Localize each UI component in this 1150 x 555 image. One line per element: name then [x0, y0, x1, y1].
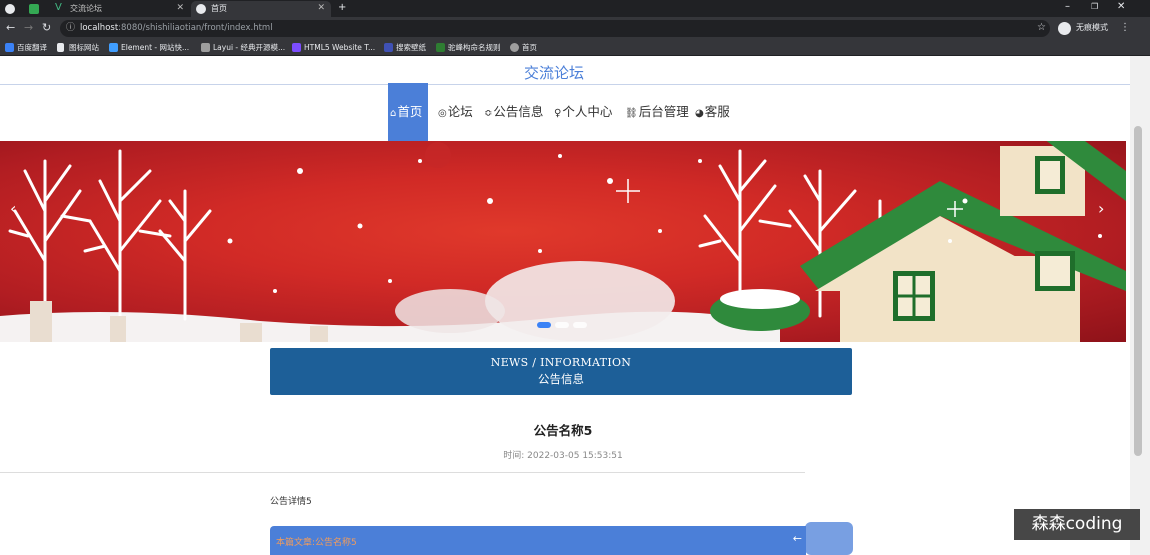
- browser-tab[interactable]: V 交流论坛 ✕: [50, 1, 190, 17]
- section-header: NEWS / INFORMATION 公告信息: [270, 348, 852, 395]
- bookmark-item[interactable]: Element - 网站快...: [108, 40, 189, 55]
- bookmark-label: HTML5 Website T...: [304, 43, 376, 52]
- app-icon: [29, 4, 39, 14]
- scrollbar-thumb[interactable]: [1134, 126, 1142, 456]
- current-article[interactable]: 本篇文章:公告名称5: [276, 535, 357, 548]
- nav-label: 论坛: [447, 104, 473, 119]
- url-path: :8080/shishiliaotian/front/index.html: [118, 23, 273, 33]
- current-article-bar: 本篇文章:公告名称5 ←: [270, 526, 806, 555]
- window-close-button[interactable]: ✕: [1117, 0, 1125, 14]
- current-article-label: 本篇文章:: [276, 538, 316, 548]
- browser-tab-active[interactable]: 首页 ✕: [191, 1, 331, 17]
- menu-icon[interactable]: ⋮: [1120, 20, 1130, 36]
- vue-icon: V: [55, 2, 62, 13]
- service-icon: ◕: [695, 108, 704, 119]
- bookmark-item[interactable]: 驼峰构命名规则: [435, 40, 501, 55]
- section-header-en: NEWS / INFORMATION: [490, 356, 632, 369]
- nav-label: 公告信息: [493, 104, 544, 119]
- back-icon[interactable]: ←: [793, 532, 802, 545]
- winter-scene-illustration: [0, 141, 1126, 342]
- bookmark-label: 百度翻译: [17, 43, 47, 52]
- bookmark-label: 搜索壁纸: [396, 43, 426, 52]
- minimize-button[interactable]: –: [1065, 0, 1070, 14]
- bookmark-label: 首页: [522, 43, 537, 52]
- back-arrow-icon[interactable]: ←: [6, 20, 15, 36]
- bookmark-item[interactable]: Layui - 经典开源模...: [200, 40, 285, 55]
- wallpaper-icon: [384, 43, 393, 52]
- incognito-label: 无痕模式: [1076, 23, 1108, 32]
- new-tab-button[interactable]: +: [338, 1, 346, 15]
- notice-icon: ≎: [484, 108, 493, 119]
- page-viewport: 交流论坛 ⌂首页 ◎论坛 ≎公告信息 ♀个人中心 ⛓后台管理 ◕客服 ‹ › N…: [0, 56, 1130, 555]
- nav-home[interactable]: ⌂首页: [388, 83, 428, 141]
- restore-button[interactable]: ❐: [1091, 0, 1098, 14]
- globe-icon: [5, 4, 15, 14]
- bookmark-item[interactable]: 搜索壁纸: [383, 40, 426, 55]
- info-icon: ⓘ: [66, 23, 76, 33]
- nav-personal-center[interactable]: ♀个人中心: [554, 83, 612, 141]
- close-icon[interactable]: ✕: [176, 1, 184, 16]
- site-title: 交流论坛: [523, 64, 584, 82]
- banner-carousel[interactable]: ‹ ›: [0, 141, 1126, 342]
- bookmark-item[interactable]: 百度翻译: [4, 40, 47, 55]
- naming-icon: [436, 43, 445, 52]
- bookmark-star-icon[interactable]: ☆: [1037, 20, 1046, 36]
- layui-icon: [201, 43, 210, 52]
- bookmark-item[interactable]: HTML5 Website T...: [291, 40, 375, 55]
- current-article-title: 公告名称5: [315, 538, 357, 548]
- floating-block: [805, 522, 853, 555]
- html5-icon: [292, 43, 301, 52]
- browser-tab-bar: V 交流论坛 ✕ 首页 ✕ + – ❐ ✕: [0, 0, 1150, 17]
- home-icon: ⌂: [390, 108, 397, 119]
- flag-icon: [57, 43, 64, 52]
- close-icon[interactable]: ✕: [317, 1, 325, 16]
- time-value: 2022-03-05 15:53:51: [527, 451, 623, 461]
- video-watermark: 森森coding: [1014, 509, 1140, 540]
- bookmarks-bar: 百度翻译 图标网站 Element - 网站快... Layui - 经典开源模…: [0, 39, 1150, 56]
- nav-label: 个人中心: [562, 104, 613, 119]
- bookmark-label: Element - 网站快...: [121, 43, 190, 52]
- url-host: localhost: [80, 23, 119, 33]
- nav-label: 首页: [397, 104, 423, 119]
- nav-forum[interactable]: ◎论坛: [438, 83, 473, 141]
- nav-label: 后台管理: [638, 104, 689, 119]
- carousel-prev-arrow-icon[interactable]: ‹: [10, 199, 16, 218]
- incognito-indicator[interactable]: 无痕模式: [1058, 20, 1108, 36]
- article-time: 时间: 2022-03-05 15:53:51: [0, 448, 1126, 461]
- forum-icon: ◎: [438, 108, 447, 119]
- page-scrollbar[interactable]: [1130, 56, 1150, 555]
- reload-icon[interactable]: ↻: [42, 20, 51, 36]
- article-divider: [0, 472, 805, 473]
- bookmark-item[interactable]: 图标网站: [56, 40, 99, 55]
- bookmark-label: Layui - 经典开源模...: [213, 43, 286, 52]
- nav-admin[interactable]: ⛓后台管理: [625, 83, 689, 141]
- forward-arrow-icon[interactable]: →: [24, 20, 33, 36]
- globe-icon: [510, 43, 519, 52]
- nav-label: 客服: [704, 104, 730, 119]
- bookmark-label: 图标网站: [69, 43, 99, 52]
- nav-notice[interactable]: ≎公告信息: [484, 83, 543, 141]
- incognito-icon: [1058, 22, 1071, 35]
- browser-tab[interactable]: [24, 1, 46, 17]
- globe-icon: [196, 4, 206, 14]
- bookmark-label: 驼峰构命名规则: [448, 43, 501, 52]
- article-title: 公告名称5: [533, 423, 593, 438]
- bookmark-icon: [5, 43, 14, 52]
- article-content: 公告详情5: [270, 497, 312, 507]
- carousel-next-arrow-icon[interactable]: ›: [1098, 199, 1104, 218]
- section-header-cn: 公告信息: [538, 372, 584, 386]
- url-input[interactable]: ⓘ localhost:8080/shishiliaotian/front/in…: [60, 20, 1050, 37]
- time-label: 时间:: [503, 451, 525, 461]
- nav-customer-service[interactable]: ◕客服: [695, 83, 730, 141]
- bookmark-item[interactable]: 首页: [509, 40, 537, 55]
- element-icon: [109, 43, 118, 52]
- browser-tab[interactable]: [0, 1, 22, 17]
- tab-title: 交流论坛: [70, 4, 102, 13]
- link-icon: ⛓: [625, 108, 638, 119]
- user-icon: ♀: [554, 108, 562, 119]
- tab-title: 首页: [211, 4, 227, 13]
- address-bar-row: ← → ↻ ⓘ localhost:8080/shishiliaotian/fr…: [0, 17, 1150, 39]
